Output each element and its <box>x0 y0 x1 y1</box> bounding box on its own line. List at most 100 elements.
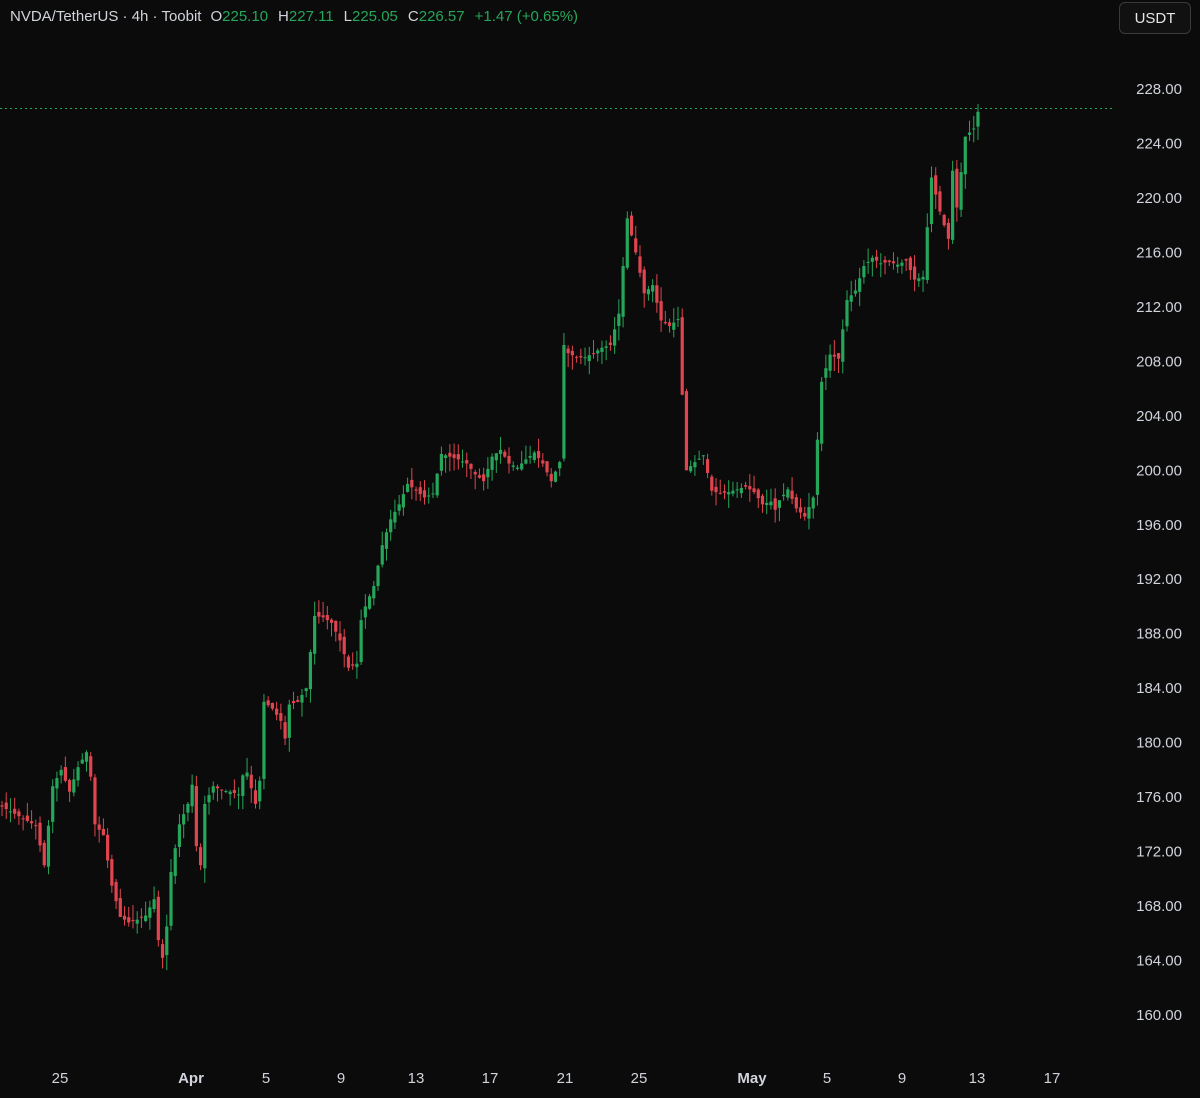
price-tick-label: 220.00 <box>1136 190 1182 207</box>
candle-body <box>253 790 258 804</box>
price-tick-label: 180.00 <box>1136 735 1182 752</box>
price-tick-label: 192.00 <box>1136 571 1182 588</box>
candle-body <box>169 872 173 926</box>
candle-body <box>317 611 321 617</box>
candle-body <box>710 476 714 491</box>
candle-body <box>237 794 241 796</box>
candle-body <box>634 238 638 253</box>
candle-body <box>942 214 946 226</box>
price-tick-label: 164.00 <box>1136 953 1182 970</box>
candle-body <box>127 917 131 923</box>
candle-body <box>722 491 727 493</box>
time-tick-label: 5 <box>823 1070 831 1087</box>
candle-body <box>482 474 486 482</box>
candle-body <box>414 489 418 491</box>
candle-body <box>807 507 811 519</box>
candle-body <box>72 779 76 793</box>
currency-toggle-button[interactable]: USDT <box>1119 2 1191 34</box>
candle-body <box>562 345 566 459</box>
candle-body <box>270 702 274 709</box>
candle-body <box>929 177 934 225</box>
candle-body <box>338 633 342 641</box>
candle-body <box>452 454 456 459</box>
candle-body <box>536 450 541 459</box>
candle-body <box>486 468 490 478</box>
candle-body <box>913 266 917 280</box>
candle-body <box>731 490 735 494</box>
candle-body <box>42 842 46 866</box>
candle-body <box>853 290 858 294</box>
candle-body <box>735 489 739 491</box>
price-chart[interactable]: 228.00 224.00 220.00 216.00 212.00 208.00 204.… <box>0 0 1200 1098</box>
candle-body <box>21 818 25 820</box>
candle-body <box>346 656 351 668</box>
candle-body <box>815 439 820 495</box>
candle-body <box>131 920 135 922</box>
candle-body <box>490 456 494 470</box>
ohlc-legend: NVDA/TetherUS · 4h · Toobit O 225.10 H 2… <box>10 6 578 26</box>
candle-body <box>194 786 198 847</box>
candle-body <box>198 847 203 866</box>
time-tick-label: 13 <box>969 1070 986 1087</box>
candle-body <box>972 128 976 130</box>
candle-body <box>667 322 672 326</box>
candle-body <box>220 789 224 791</box>
candle-body <box>84 752 89 762</box>
candle-body <box>739 487 743 494</box>
time-tick-label: 9 <box>337 1070 345 1087</box>
time-tick-label: 21 <box>557 1070 574 1087</box>
candle-body <box>663 321 667 324</box>
candle-body <box>8 811 13 813</box>
time-axis[interactable]: 25 Apr 5 9 13 17 21 25 May 5 9 13 17 <box>52 1070 1061 1087</box>
candle-body <box>900 262 904 266</box>
candle-body <box>613 329 617 346</box>
candle-body <box>946 222 950 239</box>
candle-body <box>228 791 232 795</box>
close-value: 226.57 <box>418 7 465 25</box>
candle-body <box>790 490 794 499</box>
candle-body <box>836 353 841 359</box>
candle-body <box>651 285 655 292</box>
price-axis[interactable]: 228.00 224.00 220.00 216.00 212.00 208.00 204.… <box>1136 81 1182 1024</box>
candle-body <box>545 461 549 473</box>
candle-body <box>444 455 448 459</box>
candle-body <box>51 786 55 822</box>
candle-body <box>186 803 190 813</box>
time-tick-label: 9 <box>898 1070 906 1087</box>
candle-body <box>866 261 870 263</box>
candle-body <box>376 565 380 587</box>
candle-body <box>596 350 600 354</box>
open-value: 225.10 <box>222 7 269 25</box>
candle-body <box>410 479 414 488</box>
candle-body <box>558 462 562 469</box>
candle-body <box>976 111 980 127</box>
candle-body <box>727 492 731 495</box>
candle-body <box>655 285 659 303</box>
candle-body <box>575 356 579 358</box>
candle-body <box>752 488 756 493</box>
symbol-label[interactable]: NVDA/TetherUS · 4h · Toobit <box>10 8 201 25</box>
candle-body <box>384 532 389 549</box>
candle-body <box>773 498 777 510</box>
candle-body <box>367 596 372 609</box>
price-tick-label: 208.00 <box>1136 353 1182 370</box>
candle-body <box>507 455 511 464</box>
candle-body <box>89 756 93 777</box>
price-tick-label: 188.00 <box>1136 626 1182 643</box>
candle-body <box>275 708 279 715</box>
candle-body <box>173 848 177 877</box>
candle-body <box>203 803 207 869</box>
candle-body <box>156 896 160 941</box>
change-value: +1.47 (+0.65%) <box>474 7 579 25</box>
candle-body <box>422 490 427 498</box>
candle-body <box>431 493 435 495</box>
time-tick-label: 13 <box>408 1070 425 1087</box>
candle-body <box>553 471 558 482</box>
time-tick-label: 17 <box>1044 1070 1061 1087</box>
price-tick-label: 204.00 <box>1136 408 1182 425</box>
candle-body <box>313 616 317 654</box>
price-tick-label: 200.00 <box>1136 462 1182 479</box>
candle-body <box>165 926 169 956</box>
candle-body <box>951 170 955 240</box>
candle-body <box>93 777 97 825</box>
